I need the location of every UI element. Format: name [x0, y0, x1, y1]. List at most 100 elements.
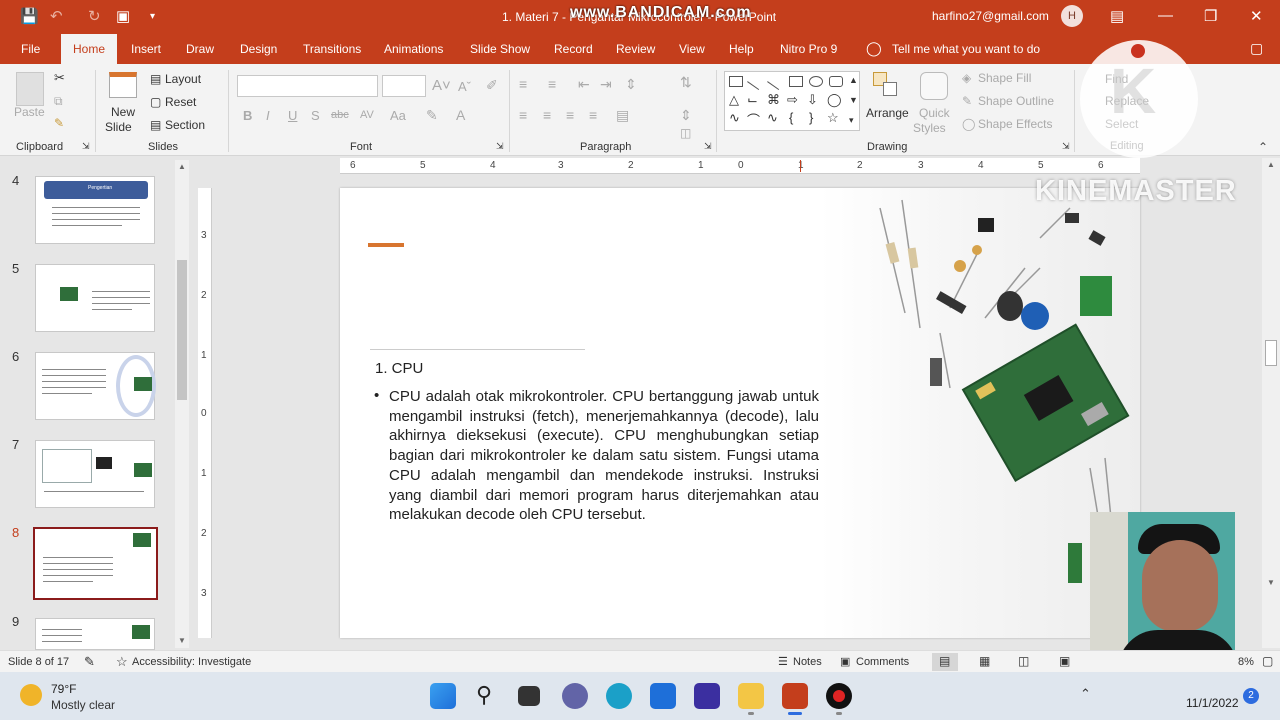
- save-icon[interactable]: 💾: [20, 7, 39, 25]
- scroll-down-icon[interactable]: ▼: [178, 636, 186, 645]
- triangle-shape-icon[interactable]: △: [729, 92, 739, 108]
- tab-help[interactable]: Help: [729, 42, 754, 56]
- undo-icon[interactable]: ↶: [50, 7, 63, 25]
- accessibility-icon[interactable]: ☆: [116, 654, 128, 670]
- strikethrough-button[interactable]: abc: [331, 109, 349, 121]
- brace-right-icon[interactable]: }: [809, 110, 813, 125]
- paste-icon[interactable]: [16, 72, 44, 106]
- reading-view-icon[interactable]: ◫: [1018, 654, 1029, 668]
- tab-slide-show[interactable]: Slide Show: [470, 42, 530, 56]
- align-left-icon[interactable]: ≡: [519, 107, 527, 123]
- new-slide-icon[interactable]: [109, 72, 137, 98]
- highlight-icon[interactable]: ✎: [426, 107, 438, 124]
- scroll-down-icon[interactable]: ▼: [1267, 578, 1275, 587]
- arc-shape-icon[interactable]: ⌒: [747, 110, 760, 129]
- mail-icon[interactable]: [650, 683, 676, 709]
- font-launcher-icon[interactable]: ⇲: [496, 141, 504, 152]
- clock-date[interactable]: 11/1/2022: [1186, 696, 1239, 710]
- tray-expand-icon[interactable]: ⌃: [1080, 686, 1091, 702]
- curved-connector-icon[interactable]: ⌘: [767, 92, 780, 108]
- slideshow-view-icon[interactable]: ▣: [1059, 654, 1070, 668]
- file-explorer-icon[interactable]: [738, 683, 764, 709]
- teams-chat-icon[interactable]: [562, 683, 588, 709]
- bold-button[interactable]: B: [243, 108, 252, 123]
- clipboard-launcher-icon[interactable]: ⇲: [82, 141, 90, 152]
- line-spacing-icon[interactable]: ⇕: [625, 76, 637, 93]
- new-slide-label-2[interactable]: Slide: [105, 120, 132, 134]
- shape-fill-button[interactable]: Shape Fill: [978, 71, 1031, 85]
- customize-qat-icon[interactable]: ▾: [150, 11, 155, 22]
- slide-sorter-icon[interactable]: ▦: [979, 654, 990, 668]
- collapse-ribbon-icon[interactable]: ⌃: [1258, 140, 1268, 154]
- slide-thumbnail-8[interactable]: [33, 527, 158, 600]
- columns-icon[interactable]: ▤: [616, 107, 629, 124]
- align-text-icon[interactable]: ⇕: [680, 107, 692, 124]
- font-size-input[interactable]: [382, 75, 426, 97]
- tab-home[interactable]: Home: [61, 34, 118, 64]
- oval-shape-icon[interactable]: [809, 76, 823, 87]
- tab-record[interactable]: Record: [554, 42, 593, 56]
- smartart-icon[interactable]: ◫: [680, 126, 691, 140]
- font-color-icon[interactable]: A: [456, 107, 465, 123]
- tab-draw[interactable]: Draw: [186, 42, 214, 56]
- tab-nitro[interactable]: Nitro Pro 9: [780, 42, 837, 56]
- quick-styles-icon[interactable]: [920, 72, 948, 100]
- minimize-icon[interactable]: —: [1158, 7, 1173, 24]
- redo-icon[interactable]: ↻: [88, 7, 101, 25]
- numbering-icon[interactable]: ≡: [548, 76, 556, 92]
- fit-slide-icon[interactable]: ▢: [1262, 654, 1273, 668]
- powerpoint-taskbar-icon[interactable]: [782, 683, 808, 709]
- brace-left-icon[interactable]: {: [789, 110, 793, 125]
- search-icon[interactable]: ⚲: [476, 682, 492, 708]
- close-icon[interactable]: ✕: [1250, 7, 1263, 25]
- edge-browser-icon[interactable]: [606, 683, 632, 709]
- slide-thumbnail-4[interactable]: Pengertian: [35, 176, 155, 244]
- section-button[interactable]: Section: [165, 118, 205, 132]
- shadow-button[interactable]: S: [311, 108, 320, 123]
- notes-button[interactable]: Notes: [793, 656, 822, 668]
- tell-me-search[interactable]: Tell me what you want to do: [892, 42, 1040, 56]
- tab-review[interactable]: Review: [616, 42, 655, 56]
- gallery-up-icon[interactable]: ▲: [849, 75, 858, 85]
- weather-temp[interactable]: 79°F: [51, 682, 76, 696]
- rectangle-shape-icon[interactable]: [789, 76, 803, 87]
- justify-icon[interactable]: ≡: [589, 107, 597, 123]
- quick-styles-label-1[interactable]: Quick: [919, 106, 950, 120]
- font-name-input[interactable]: [237, 75, 378, 97]
- scroll-up-icon[interactable]: ▲: [1267, 160, 1275, 169]
- italic-button[interactable]: I: [266, 108, 270, 123]
- weather-moon-icon[interactable]: [20, 684, 42, 706]
- accessibility-status[interactable]: Accessibility: Investigate: [132, 656, 251, 668]
- slide-scrollbar[interactable]: ▲ ▼: [1262, 158, 1280, 648]
- cut-icon[interactable]: ✂: [54, 70, 65, 86]
- thumbnail-scrollbar[interactable]: ▲ ▼: [175, 160, 189, 648]
- shape-outline-button[interactable]: Shape Outline: [978, 94, 1054, 108]
- freeform-shape-icon[interactable]: ◯: [827, 92, 842, 108]
- task-view-icon[interactable]: [518, 686, 540, 706]
- ribbon-display-icon[interactable]: ▤: [1110, 7, 1124, 25]
- slide-canvas[interactable]: 1. CPU • CPU adalah otak mikrokontroler.…: [340, 188, 1140, 638]
- tab-file[interactable]: File: [21, 42, 40, 56]
- avatar[interactable]: H: [1061, 5, 1083, 27]
- scribble-shape-icon[interactable]: ∿: [729, 110, 740, 126]
- scroll-up-icon[interactable]: ▲: [178, 162, 186, 171]
- drawing-launcher-icon[interactable]: ⇲: [1062, 141, 1070, 152]
- tab-transitions[interactable]: Transitions: [303, 42, 361, 56]
- align-center-icon[interactable]: ≡: [543, 107, 551, 123]
- copy-icon[interactable]: ⧉: [54, 94, 63, 109]
- slide-thumbnail-5[interactable]: [35, 264, 155, 332]
- char-spacing-button[interactable]: AV: [360, 109, 374, 121]
- arrange-icon[interactable]: [873, 72, 899, 98]
- underline-button[interactable]: U: [288, 108, 297, 123]
- clear-format-icon[interactable]: ✐: [486, 77, 498, 94]
- gallery-down-icon[interactable]: ▼: [849, 95, 858, 105]
- paragraph-launcher-icon[interactable]: ⇲: [704, 141, 712, 152]
- nitro-app-icon[interactable]: [694, 683, 720, 709]
- gallery-more-icon[interactable]: ▾: [849, 115, 854, 126]
- increase-indent-icon[interactable]: ⇥: [600, 76, 612, 93]
- tab-design[interactable]: Design: [240, 42, 277, 56]
- text-direction-icon[interactable]: ⇅: [680, 74, 692, 91]
- spellcheck-icon[interactable]: ✎: [84, 654, 95, 670]
- quick-styles-label-2[interactable]: Styles: [913, 121, 946, 135]
- grow-font-icon[interactable]: A˅: [432, 77, 451, 94]
